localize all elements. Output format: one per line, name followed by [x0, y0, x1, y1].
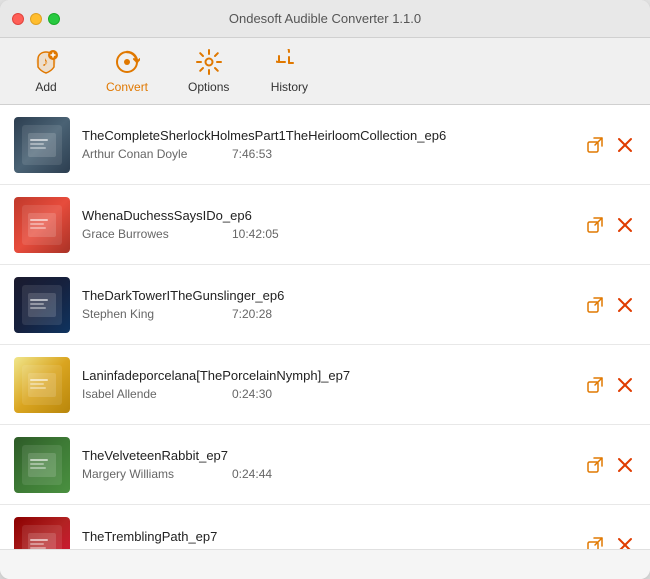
main-window: Ondesoft Audible Converter 1.1.0 ♪ Add: [0, 0, 650, 579]
book-author: Isabel Allende: [82, 387, 202, 401]
row-actions: [584, 134, 636, 156]
edit-button[interactable]: [584, 374, 606, 396]
edit-button[interactable]: [584, 454, 606, 476]
edit-button[interactable]: [584, 534, 606, 549]
book-info: Laninfadeporcelana[ThePorcelainNymph]_ep…: [82, 368, 572, 401]
book-info: WhenaDuchessSaysIDo_ep6 Grace Burrowes 1…: [82, 208, 572, 241]
book-meta: Margery Williams 0:24:44: [82, 467, 572, 481]
toolbar: ♪ Add Convert: [0, 38, 650, 105]
row-actions: [584, 294, 636, 316]
options-button[interactable]: Options: [178, 44, 239, 98]
edit-button[interactable]: [584, 134, 606, 156]
book-row: TheTremblingPath_ep7 Mark Tufo 11:36:34: [0, 505, 650, 549]
edit-icon: [586, 136, 604, 154]
options-label: Options: [188, 80, 229, 94]
book-row: TheCompleteSherlockHolmesPart1TheHeirloo…: [0, 105, 650, 185]
book-duration: 0:24:44: [232, 467, 272, 481]
book-row: TheDarkTowerITheGunslinger_ep6 Stephen K…: [0, 265, 650, 345]
convert-icon: [113, 48, 141, 76]
book-cover: [14, 197, 70, 253]
options-icon: [195, 48, 223, 76]
delete-button[interactable]: [614, 534, 636, 549]
book-cover: [14, 117, 70, 173]
book-info: TheVelveteenRabbit_ep7 Margery Williams …: [82, 448, 572, 481]
book-duration: 0:24:30: [232, 387, 272, 401]
convert-button[interactable]: Convert: [96, 44, 158, 98]
edit-icon: [586, 216, 604, 234]
history-icon: [275, 48, 303, 76]
book-author: Arthur Conan Doyle: [82, 147, 202, 161]
edit-icon: [586, 456, 604, 474]
title-bar: Ondesoft Audible Converter 1.1.0: [0, 0, 650, 38]
delete-icon: [616, 216, 634, 234]
delete-button[interactable]: [614, 134, 636, 156]
book-title: Laninfadeporcelana[ThePorcelainNymph]_ep…: [82, 368, 572, 383]
row-actions: [584, 214, 636, 236]
book-cover: [14, 437, 70, 493]
delete-icon: [616, 376, 634, 394]
book-info: TheTremblingPath_ep7 Mark Tufo 11:36:34: [82, 529, 572, 550]
delete-icon: [616, 456, 634, 474]
book-meta: Grace Burrowes 10:42:05: [82, 227, 572, 241]
window-title: Ondesoft Audible Converter 1.1.0: [229, 11, 421, 26]
book-title: TheDarkTowerITheGunslinger_ep6: [82, 288, 572, 303]
book-author: Stephen King: [82, 307, 202, 321]
book-duration: 7:20:28: [232, 307, 272, 321]
edit-icon: [586, 296, 604, 314]
book-title: WhenaDuchessSaysIDo_ep6: [82, 208, 572, 223]
book-cover: [14, 517, 70, 549]
row-actions: [584, 454, 636, 476]
close-button[interactable]: [12, 13, 24, 25]
book-title: TheCompleteSherlockHolmesPart1TheHeirloo…: [82, 128, 572, 143]
delete-button[interactable]: [614, 374, 636, 396]
edit-icon: [586, 376, 604, 394]
edit-button[interactable]: [584, 294, 606, 316]
svg-text:♪: ♪: [42, 54, 49, 69]
book-cover: [14, 277, 70, 333]
book-author: Grace Burrowes: [82, 227, 202, 241]
book-row: WhenaDuchessSaysIDo_ep6 Grace Burrowes 1…: [0, 185, 650, 265]
book-author: Margery Williams: [82, 467, 202, 481]
edit-button[interactable]: [584, 214, 606, 236]
book-info: TheCompleteSherlockHolmesPart1TheHeirloo…: [82, 128, 572, 161]
add-icon: ♪: [32, 48, 60, 76]
book-meta: Arthur Conan Doyle 7:46:53: [82, 147, 572, 161]
book-info: TheDarkTowerITheGunslinger_ep6 Stephen K…: [82, 288, 572, 321]
book-title: TheTremblingPath_ep7: [82, 529, 572, 544]
book-row: TheVelveteenRabbit_ep7 Margery Williams …: [0, 425, 650, 505]
delete-icon: [616, 296, 634, 314]
book-meta: Isabel Allende 0:24:30: [82, 387, 572, 401]
book-duration: 10:42:05: [232, 227, 279, 241]
delete-icon: [616, 136, 634, 154]
book-duration: 7:46:53: [232, 147, 272, 161]
history-button[interactable]: History: [259, 44, 319, 98]
book-list: TheCompleteSherlockHolmesPart1TheHeirloo…: [0, 105, 650, 549]
history-label: History: [271, 80, 308, 94]
add-button[interactable]: ♪ Add: [16, 44, 76, 98]
edit-icon: [586, 536, 604, 549]
delete-button[interactable]: [614, 454, 636, 476]
traffic-lights: [12, 13, 60, 25]
convert-label: Convert: [106, 80, 148, 94]
delete-button[interactable]: [614, 214, 636, 236]
delete-button[interactable]: [614, 294, 636, 316]
maximize-button[interactable]: [48, 13, 60, 25]
delete-icon: [616, 536, 634, 549]
book-row: Laninfadeporcelana[ThePorcelainNymph]_ep…: [0, 345, 650, 425]
add-label: Add: [35, 80, 56, 94]
book-title: TheVelveteenRabbit_ep7: [82, 448, 572, 463]
book-cover: [14, 357, 70, 413]
minimize-button[interactable]: [30, 13, 42, 25]
row-actions: [584, 534, 636, 549]
bottom-padding: [0, 549, 650, 579]
row-actions: [584, 374, 636, 396]
book-meta: Stephen King 7:20:28: [82, 307, 572, 321]
